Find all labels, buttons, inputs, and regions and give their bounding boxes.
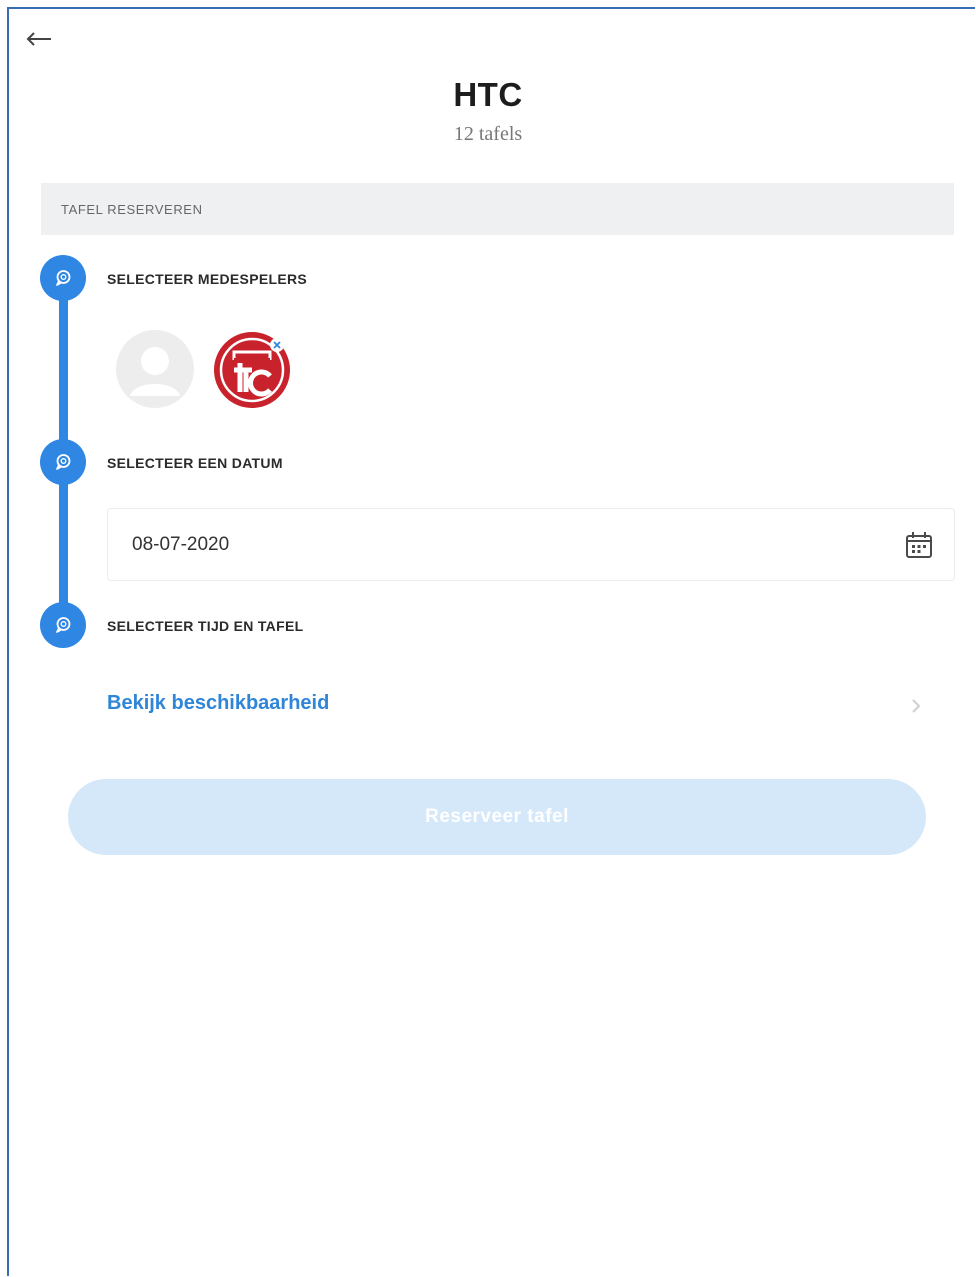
- search-bubble-icon: [56, 617, 71, 633]
- availability-link[interactable]: Bekijk beschikbaarheid: [107, 692, 329, 715]
- date-field[interactable]: 08-07-2020: [107, 508, 955, 581]
- arrow-left-icon: [26, 32, 51, 46]
- step-label-players: SELECTEER MEDESPELERS: [107, 271, 308, 287]
- avatar-placeholder[interactable]: [116, 330, 194, 408]
- step-dot-players: [40, 255, 86, 301]
- close-icon: [273, 341, 281, 349]
- step-label-date: SELECTEER EEN DATUM: [107, 455, 283, 471]
- date-value: 08-07-2020: [132, 533, 230, 555]
- section-header: TAFEL RESERVEREN: [41, 183, 954, 235]
- search-bubble-icon: [56, 270, 71, 286]
- search-bubble-icon: [56, 454, 71, 470]
- step-dot-time: [40, 602, 86, 648]
- calendar-icon[interactable]: [904, 530, 934, 560]
- page-subtitle: 12 tafels: [453, 123, 523, 145]
- step-dot-date: [40, 439, 86, 485]
- remove-player-button[interactable]: [270, 338, 284, 352]
- page-title: HTC: [453, 76, 523, 113]
- chevron-right-icon[interactable]: [909, 696, 923, 716]
- section-title: TAFEL RESERVEREN: [61, 201, 203, 217]
- person-icon: [130, 347, 180, 396]
- reserve-table-button[interactable]: Reserveer tafel: [68, 779, 926, 855]
- back-button[interactable]: [24, 26, 54, 52]
- step-label-time: SELECTEER TIJD EN TAFEL: [107, 618, 304, 634]
